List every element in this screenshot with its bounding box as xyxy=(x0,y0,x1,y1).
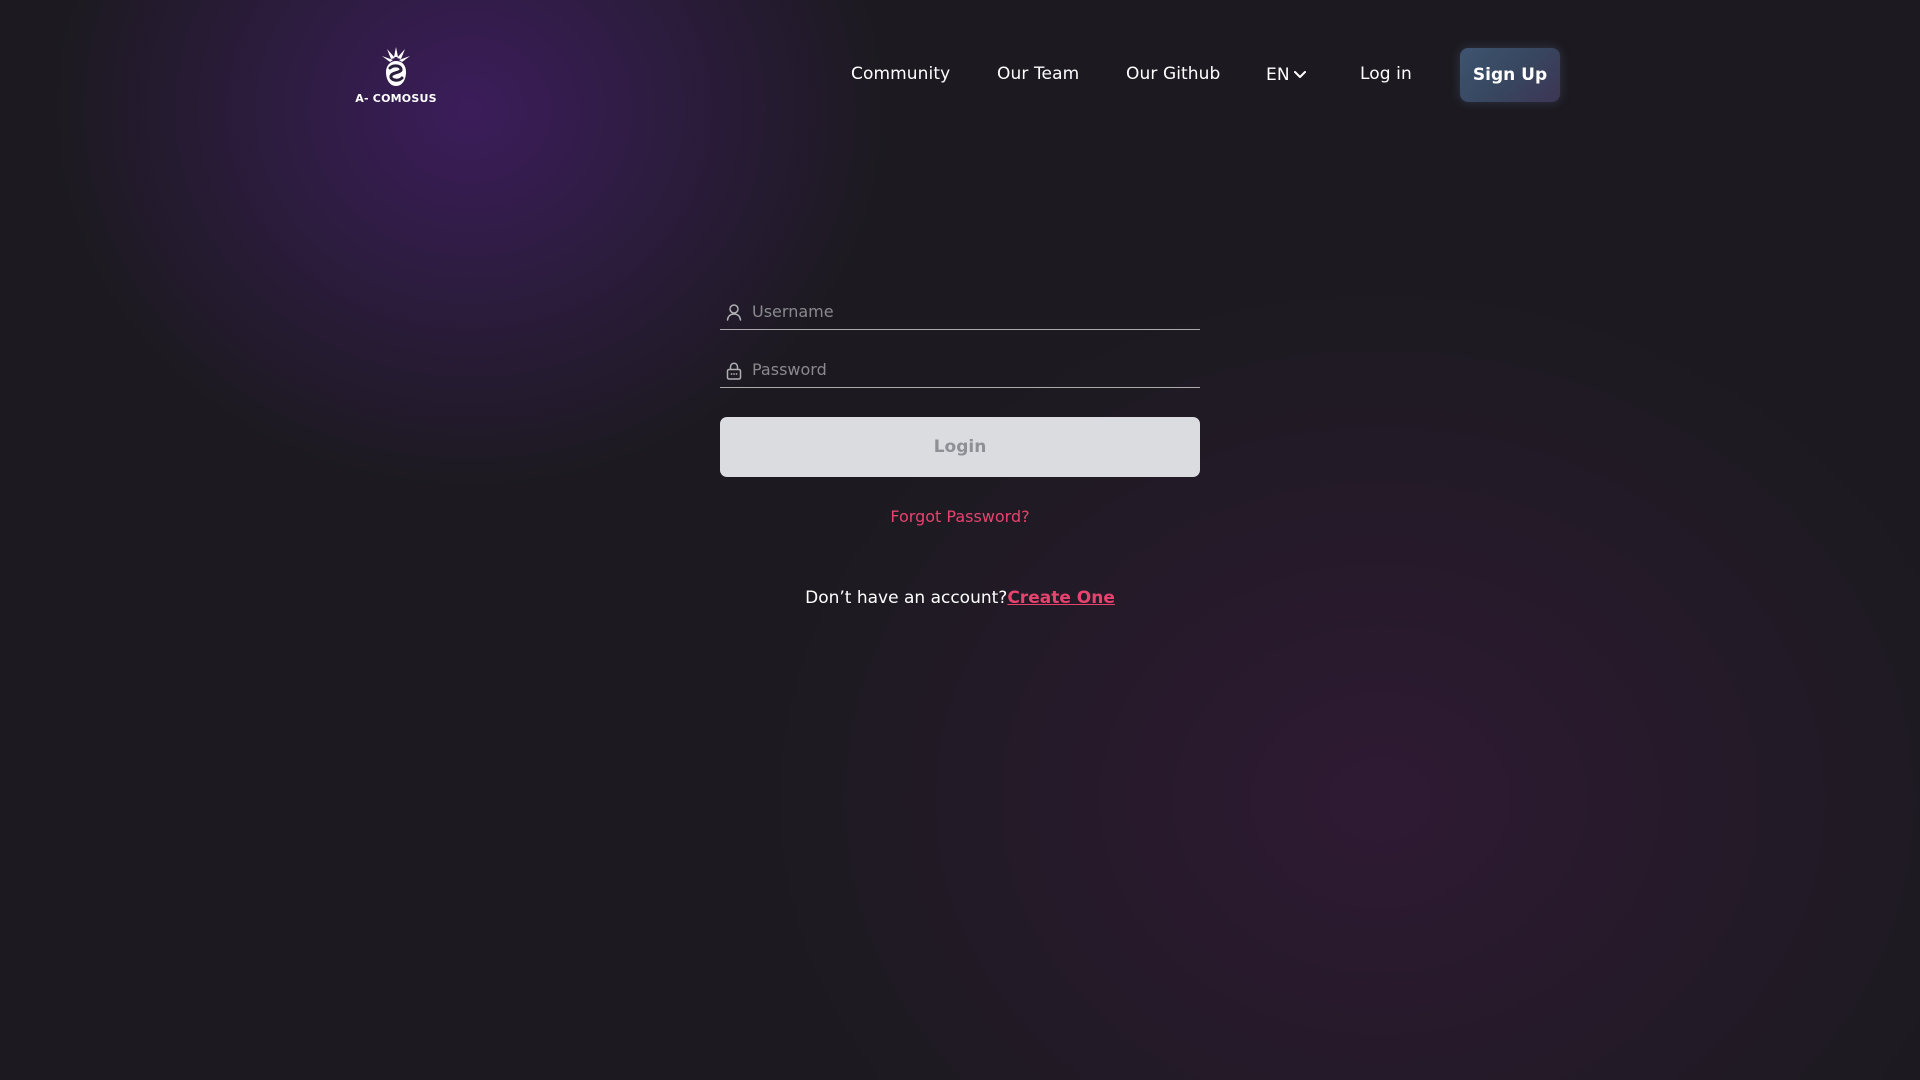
nav-login-link[interactable]: Log in xyxy=(1360,64,1412,84)
pineapple-logo-icon xyxy=(382,47,410,86)
language-label: EN xyxy=(1266,65,1290,85)
brand-name: A- COMOSUS xyxy=(355,92,437,105)
login-button[interactable]: Login xyxy=(720,417,1200,477)
brand-logo[interactable]: A- COMOSUS xyxy=(355,44,437,108)
lock-icon xyxy=(726,362,742,384)
signup-button[interactable]: Sign Up xyxy=(1460,48,1560,102)
nav-our-github-link[interactable]: Our Github xyxy=(1126,64,1220,84)
forgot-password-link[interactable]: Forgot Password? xyxy=(720,507,1200,526)
create-account-link[interactable]: Create One xyxy=(1007,588,1115,608)
username-input[interactable] xyxy=(752,295,1192,327)
user-icon xyxy=(726,304,742,325)
username-field xyxy=(720,295,1200,330)
create-account-prompt: Don’t have an account?Create One xyxy=(720,588,1200,608)
password-field xyxy=(720,353,1200,388)
nav-our-team-link[interactable]: Our Team xyxy=(997,64,1079,84)
language-selector[interactable]: EN xyxy=(1266,64,1306,85)
chevron-down-icon xyxy=(1293,64,1306,84)
top-navigation: A- COMOSUS Community Our Team Our Github… xyxy=(0,0,1920,150)
no-account-text: Don’t have an account? xyxy=(805,588,1008,608)
password-input[interactable] xyxy=(752,353,1192,385)
nav-community-link[interactable]: Community xyxy=(851,64,950,84)
